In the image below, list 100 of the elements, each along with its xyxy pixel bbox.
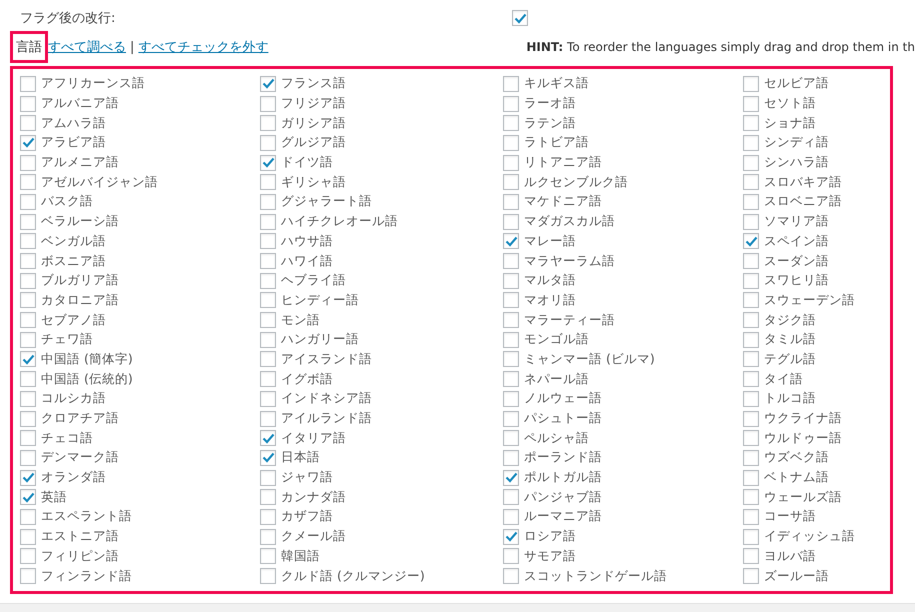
checkbox[interactable]: [20, 194, 36, 210]
checkbox[interactable]: [503, 76, 519, 92]
checkbox[interactable]: [20, 76, 36, 92]
checkbox[interactable]: [260, 174, 276, 190]
checkbox[interactable]: [503, 470, 519, 486]
checkbox[interactable]: [503, 272, 519, 289]
checkbox[interactable]: [503, 351, 519, 368]
checkbox[interactable]: [743, 134, 759, 151]
checkbox[interactable]: [743, 312, 759, 328]
checkbox[interactable]: [743, 430, 759, 446]
checkbox[interactable]: [743, 194, 759, 210]
checkbox[interactable]: [743, 214, 759, 230]
checkbox[interactable]: [260, 489, 276, 506]
checkbox[interactable]: [743, 470, 759, 486]
checkbox[interactable]: [20, 351, 36, 368]
checkbox[interactable]: [260, 371, 276, 388]
checkbox[interactable]: [20, 508, 36, 525]
checkbox[interactable]: [743, 390, 759, 407]
checkbox[interactable]: [503, 233, 519, 250]
checkbox[interactable]: [503, 312, 519, 328]
checkbox[interactable]: [743, 508, 759, 525]
checkbox[interactable]: [260, 194, 276, 210]
checkbox[interactable]: [503, 115, 519, 132]
checkbox[interactable]: [503, 332, 519, 348]
checkbox[interactable]: [20, 253, 36, 270]
checkbox[interactable]: [503, 430, 519, 446]
checkbox[interactable]: [20, 154, 36, 171]
checkbox[interactable]: [743, 292, 759, 308]
checkbox[interactable]: [260, 351, 276, 368]
checkbox[interactable]: [260, 508, 276, 525]
checkbox[interactable]: [260, 96, 276, 112]
checkbox[interactable]: [20, 528, 36, 545]
checkbox[interactable]: [20, 470, 36, 486]
checkbox[interactable]: [260, 272, 276, 289]
checkbox[interactable]: [260, 76, 276, 92]
checkbox[interactable]: [503, 371, 519, 388]
checkbox[interactable]: [743, 154, 759, 171]
checkbox[interactable]: [503, 568, 519, 584]
checkbox[interactable]: [20, 134, 36, 151]
checkbox[interactable]: [743, 76, 759, 92]
checkbox[interactable]: [503, 96, 519, 112]
checkbox[interactable]: [503, 548, 519, 564]
checkbox[interactable]: [512, 10, 528, 26]
checkbox[interactable]: [260, 253, 276, 270]
checkbox[interactable]: [20, 312, 36, 328]
checkbox[interactable]: [260, 332, 276, 348]
checkbox[interactable]: [503, 410, 519, 427]
checkbox[interactable]: [20, 272, 36, 289]
checkbox[interactable]: [743, 489, 759, 506]
checkbox[interactable]: [260, 568, 276, 584]
checkbox[interactable]: [20, 174, 36, 190]
link[interactable]: すべてチェックを外す: [138, 38, 268, 56]
checkbox[interactable]: [20, 233, 36, 250]
checkbox[interactable]: [20, 568, 36, 584]
link[interactable]: すべて調べる: [48, 38, 126, 56]
checkbox[interactable]: [20, 489, 36, 506]
checkbox[interactable]: [260, 233, 276, 250]
checkbox[interactable]: [503, 450, 519, 466]
checkbox[interactable]: [503, 154, 519, 171]
checkbox[interactable]: [20, 548, 36, 564]
checkbox[interactable]: [503, 508, 519, 525]
checkbox[interactable]: [20, 96, 36, 112]
checkbox[interactable]: [743, 233, 759, 250]
checkbox[interactable]: [503, 489, 519, 506]
checkbox[interactable]: [743, 174, 759, 190]
checkbox[interactable]: [20, 332, 36, 348]
checkbox[interactable]: [743, 253, 759, 270]
checkbox[interactable]: [503, 214, 519, 230]
checkbox[interactable]: [20, 410, 36, 427]
checkbox[interactable]: [503, 174, 519, 190]
checkbox[interactable]: [503, 390, 519, 407]
checkbox[interactable]: [503, 253, 519, 270]
checkbox[interactable]: [743, 528, 759, 545]
checkbox[interactable]: [503, 292, 519, 308]
checkbox[interactable]: [503, 528, 519, 545]
checkbox[interactable]: [743, 96, 759, 112]
checkbox[interactable]: [20, 292, 36, 308]
checkbox[interactable]: [743, 272, 759, 289]
checkbox[interactable]: [260, 390, 276, 407]
checkbox[interactable]: [743, 371, 759, 388]
checkbox[interactable]: [743, 351, 759, 368]
checkbox[interactable]: [743, 548, 759, 564]
checkbox[interactable]: [743, 332, 759, 348]
checkbox[interactable]: [260, 115, 276, 132]
checkbox[interactable]: [743, 568, 759, 584]
checkbox[interactable]: [20, 450, 36, 466]
checkbox[interactable]: [20, 430, 36, 446]
checkbox[interactable]: [20, 371, 36, 388]
checkbox[interactable]: [260, 410, 276, 427]
checkbox[interactable]: [260, 548, 276, 564]
checkbox[interactable]: [20, 214, 36, 230]
checkbox[interactable]: [743, 115, 759, 132]
checkbox[interactable]: [743, 410, 759, 427]
checkbox[interactable]: [260, 214, 276, 230]
checkbox[interactable]: [260, 312, 276, 328]
checkbox[interactable]: [260, 134, 276, 151]
checkbox[interactable]: [260, 154, 276, 171]
checkbox[interactable]: [260, 528, 276, 545]
checkbox[interactable]: [260, 430, 276, 446]
checkbox[interactable]: [20, 115, 36, 132]
